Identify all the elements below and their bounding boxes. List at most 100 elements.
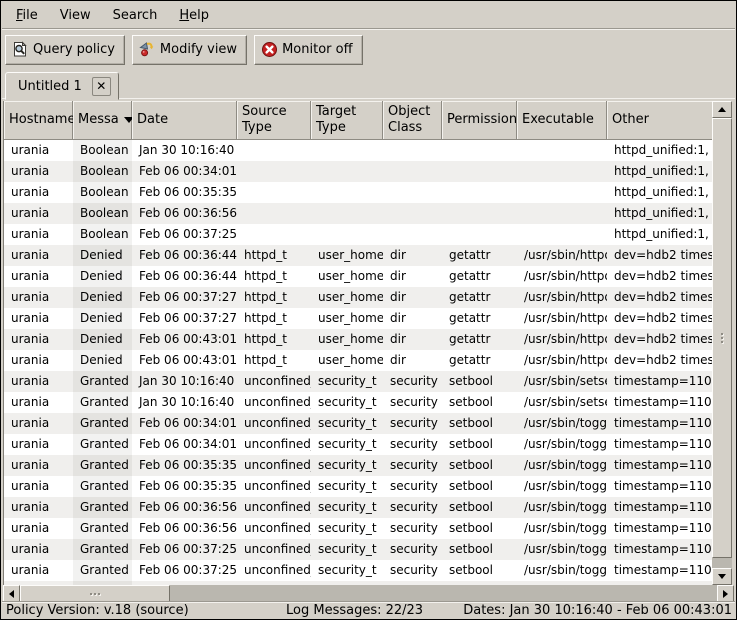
cell-source-type xyxy=(237,140,311,161)
cell-target-type: security_t xyxy=(311,518,383,539)
cell-hostname: urania xyxy=(4,203,73,224)
cell-target-type xyxy=(311,161,383,182)
table-row[interactable]: uraniaGrantedFeb 06 00:35:35unconfined_s… xyxy=(4,476,712,497)
column-label: Object Class xyxy=(388,104,436,135)
table-row[interactable]: uraniaGrantedJan 30 10:16:40unconfined_s… xyxy=(4,371,712,392)
cell-target-type: security_t xyxy=(311,539,383,560)
column-header-hostname[interactable]: Hostname xyxy=(4,101,73,140)
column-header-other[interactable]: Other xyxy=(607,101,713,140)
table-row[interactable]: uraniaGrantedFeb 06 00:35:35unconfined_s… xyxy=(4,455,712,476)
vertical-scrollbar-thumb[interactable] xyxy=(712,118,732,558)
table-row[interactable]: uraniaGrantedFeb 06 00:34:01unconfined_s… xyxy=(4,434,712,455)
cell-object-class xyxy=(383,581,442,585)
cell-other: timestamp=11076 xyxy=(607,497,712,518)
cell-messa: Boolean xyxy=(73,182,132,203)
table-row[interactable]: uraniaGrantedFeb 06 00:34:01unconfined_s… xyxy=(4,413,712,434)
table-row[interactable]: uraniaBooleanFeb 06 00:37:25httpd_unifie… xyxy=(4,224,712,245)
cell-target-type: security_t xyxy=(311,455,383,476)
menu-help[interactable]: Help xyxy=(168,3,220,28)
cell-hostname: urania xyxy=(4,161,73,182)
column-header-object-class[interactable]: Object Class xyxy=(383,101,442,140)
log-table: HostnameMessaDateSource TypeTarget TypeO… xyxy=(3,101,712,585)
column-header-target-type[interactable]: Target Type xyxy=(311,101,383,140)
cell-executable: /usr/sbin/toggle xyxy=(517,518,607,539)
table-row[interactable]: uraniaBooleanFeb 06 00:36:56httpd_unifie… xyxy=(4,203,712,224)
horizontal-scrollbar[interactable] xyxy=(3,585,734,602)
table-row[interactable]: uraniaBooleanJan 30 10:16:40httpd_unifie… xyxy=(4,140,712,161)
cell-executable: /usr/sbin/httpd xyxy=(517,308,607,329)
table-row[interactable]: uraniaDeniedFeb 06 00:43:01httpd_tuser_h… xyxy=(4,329,712,350)
table-row[interactable]: uraniaBooleanFeb 06 00:34:01httpd_unifie… xyxy=(4,161,712,182)
cell-object-class: security xyxy=(383,371,442,392)
cell-date: Feb 06 00:35:35 xyxy=(132,182,237,203)
cell-date: Feb 06 00:37:25 xyxy=(132,224,237,245)
cell-permission xyxy=(442,203,517,224)
scroll-up-button[interactable] xyxy=(712,101,732,118)
cell-executable: /usr/sbin/toggle xyxy=(517,455,607,476)
cell-date: Feb 06 00:43:01 xyxy=(132,329,237,350)
column-header-date[interactable]: Date xyxy=(132,101,237,140)
table-row[interactable]: uraniaDeniedFeb 06 00:36:44httpd_tuser_h… xyxy=(4,266,712,287)
cell-other: timestamp=11076 xyxy=(607,518,712,539)
tab-untitled-1[interactable]: Untitled 1 ✕ xyxy=(5,72,119,100)
cell-date: Feb 06 00:34:01 xyxy=(132,161,237,182)
scroll-left-button[interactable] xyxy=(3,585,20,602)
cell-executable: /usr/sbin/setseb xyxy=(517,392,607,413)
menubar: FileViewSearchHelp xyxy=(2,2,735,29)
table-row[interactable]: uraniaGrantedFeb 06 00:36:56unconfined_s… xyxy=(4,518,712,539)
table-row[interactable]: uraniaDeniedFeb 06 00:36:44httpd_tuser_h… xyxy=(4,245,712,266)
modify-view-button[interactable]: Modify view xyxy=(132,35,247,65)
table-row[interactable]: uraniaGrantedFeb 06 00:37:25unconfined_s… xyxy=(4,560,712,581)
cell-other: dev=hdb2 timesta xyxy=(607,245,712,266)
table-row[interactable]: uraniaGrantedJan 30 10:16:40unconfined_s… xyxy=(4,392,712,413)
table-row[interactable]: uraniaDeniedFeb 06 00:37:27httpd_tuser_h… xyxy=(4,308,712,329)
cell-other: dev=hdb2 timesta xyxy=(607,308,712,329)
column-header-source-type[interactable]: Source Type xyxy=(237,101,311,140)
cell-messa: Denied xyxy=(73,308,132,329)
cell-source-type: httpd_t xyxy=(237,308,311,329)
cell-object-class xyxy=(383,140,442,161)
scroll-down-button[interactable] xyxy=(712,568,732,585)
cell-source-type: unconfined_ xyxy=(237,455,311,476)
horizontal-scrollbar-thumb[interactable] xyxy=(20,585,170,602)
cell-permission: getattr xyxy=(442,329,517,350)
vertical-scrollbar[interactable] xyxy=(712,101,732,585)
modify-view-icon xyxy=(139,41,156,58)
cell-object-class: dir xyxy=(383,245,442,266)
cell-source-type xyxy=(237,203,311,224)
cell-source-type: unconfined_ xyxy=(237,371,311,392)
cell-permission: getattr xyxy=(442,287,517,308)
table-row[interactable]: uraniaGrantedFeb 06 00:37:25unconfined_s… xyxy=(4,539,712,560)
cell-permission: setbool xyxy=(442,560,517,581)
table-row[interactable]: uraniaBooleanFeb 06 00:35:35httpd_unifie… xyxy=(4,182,712,203)
cell-messa: Granted xyxy=(73,371,132,392)
cell-permission: getattr xyxy=(442,245,517,266)
menu-view[interactable]: View xyxy=(49,3,102,28)
arrow-right-icon xyxy=(723,590,728,598)
cell-permission: getattr xyxy=(442,308,517,329)
table-row[interactable]: uraniaGrantedFeb 06 00:36:56unconfined_s… xyxy=(4,497,712,518)
menu-search[interactable]: Search xyxy=(102,3,169,28)
statusbar: Policy Version: v.18 (source) Log Messag… xyxy=(2,601,735,618)
query-policy-button[interactable]: Query policy xyxy=(5,35,125,65)
cell-executable xyxy=(517,224,607,245)
column-header-messa[interactable]: Messa xyxy=(73,101,132,140)
cell-permission: setbool xyxy=(442,434,517,455)
cell-object-class: security xyxy=(383,518,442,539)
modify-view-label: Modify view xyxy=(160,42,237,57)
cell-executable: /usr/sbin/toggle xyxy=(517,476,607,497)
table-row[interactable] xyxy=(4,581,712,585)
table-row[interactable]: uraniaDeniedFeb 06 00:43:01httpd_tuser_h… xyxy=(4,350,712,371)
table-row[interactable]: uraniaDeniedFeb 06 00:37:27httpd_tuser_h… xyxy=(4,287,712,308)
cell-date: Feb 06 00:37:25 xyxy=(132,539,237,560)
arrow-down-icon xyxy=(718,574,726,579)
scroll-right-button[interactable] xyxy=(717,585,734,602)
cell-hostname: urania xyxy=(4,350,73,371)
tab-close-button[interactable]: ✕ xyxy=(92,77,111,96)
monitor-off-button[interactable]: Monitor off xyxy=(254,35,362,65)
menu-file[interactable]: File xyxy=(5,3,49,28)
column-header-executable[interactable]: Executable xyxy=(517,101,607,140)
cell-messa: Granted xyxy=(73,518,132,539)
column-header-permission[interactable]: Permission xyxy=(442,101,517,140)
cell-hostname: urania xyxy=(4,287,73,308)
